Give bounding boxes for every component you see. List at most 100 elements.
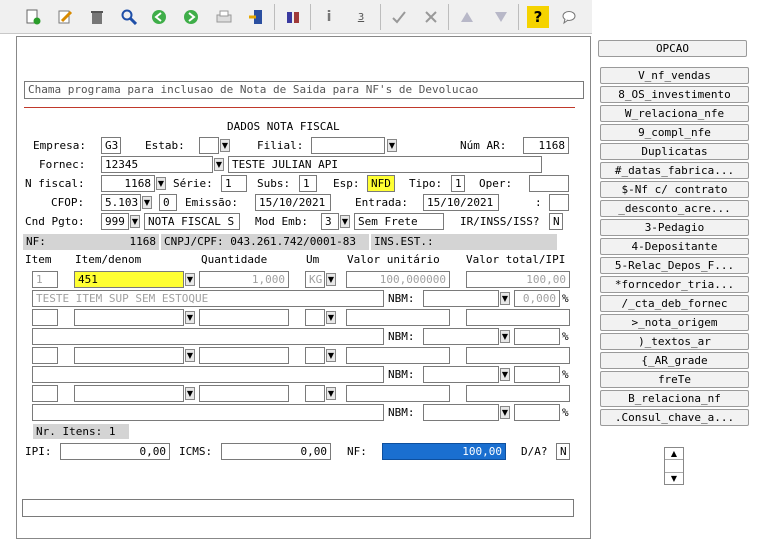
nf-total-field[interactable]: 100,00: [382, 443, 506, 460]
sidebar-item[interactable]: )_textos_ar: [600, 333, 749, 350]
item-code-field[interactable]: [74, 385, 184, 402]
ipi-pct-field[interactable]: [514, 404, 560, 421]
nbm-field[interactable]: [423, 404, 499, 421]
nfiscal-dropdown-icon[interactable]: ▼: [156, 177, 166, 190]
num-ar-field[interactable]: 1168: [523, 137, 569, 154]
nbm-dropdown-icon[interactable]: ▼: [500, 292, 510, 305]
um-field[interactable]: [305, 385, 325, 402]
um-dropdown-icon[interactable]: ▼: [326, 349, 336, 362]
search-icon[interactable]: [118, 6, 140, 28]
sidebar-item[interactable]: {_AR_grade: [600, 352, 749, 369]
subs-field[interactable]: 1: [299, 175, 317, 192]
tools-icon[interactable]: [420, 6, 442, 28]
um-field[interactable]: [305, 347, 325, 364]
sidebar-item[interactable]: $-Nf c/ contrato: [600, 181, 749, 198]
ipi-pct-field[interactable]: [514, 328, 560, 345]
edit-icon[interactable]: [54, 6, 76, 28]
scroll-up-icon[interactable]: ▲: [665, 448, 683, 460]
item-number-field[interactable]: [32, 385, 58, 402]
empresa-field[interactable]: G3: [101, 137, 121, 154]
chat-icon[interactable]: [558, 6, 580, 28]
um-field[interactable]: [305, 309, 325, 326]
help-icon[interactable]: ?: [527, 6, 549, 28]
scroll-down-icon[interactable]: ▼: [665, 472, 683, 484]
ipi-pct-field[interactable]: 0,000: [514, 290, 560, 307]
item-description-field[interactable]: [32, 328, 384, 345]
extra-field[interactable]: [549, 194, 569, 211]
sidebar-item[interactable]: B_relaciona_nf: [600, 390, 749, 407]
um-dropdown-icon[interactable]: ▼: [326, 311, 336, 324]
nbm-dropdown-icon[interactable]: ▼: [500, 368, 510, 381]
estab-dropdown-icon[interactable]: ▼: [220, 139, 230, 152]
quantidade-field[interactable]: 1,000: [199, 271, 289, 288]
item-code-field[interactable]: [74, 309, 184, 326]
da-field[interactable]: N: [556, 443, 570, 460]
esp-field[interactable]: NFD: [367, 175, 395, 192]
tipo-field[interactable]: 1: [451, 175, 465, 192]
quantidade-field[interactable]: [199, 309, 289, 326]
item-description-field[interactable]: [32, 366, 384, 383]
nbm-field[interactable]: [423, 366, 499, 383]
cfop-field[interactable]: 5.103: [101, 194, 141, 211]
filial-field[interactable]: [311, 137, 385, 154]
item-code-field[interactable]: [74, 347, 184, 364]
oper-field[interactable]: [529, 175, 569, 192]
up-icon[interactable]: [456, 6, 478, 28]
valor-total-field[interactable]: [466, 385, 570, 402]
item-description-field[interactable]: TESTE ITEM SUP SEM ESTOQUE: [32, 290, 384, 307]
info-icon[interactable]: i: [318, 6, 340, 28]
cnd-pgto-field[interactable]: 999: [101, 213, 129, 230]
ir-inss-field[interactable]: N: [549, 213, 563, 230]
sidebar-item[interactable]: _desconto_acre...: [600, 200, 749, 217]
valor-unitario-field[interactable]: [346, 309, 450, 326]
sidebar-item[interactable]: W_relaciona_nfe: [600, 105, 749, 122]
nbm-dropdown-icon[interactable]: ▼: [500, 330, 510, 343]
nbm-field[interactable]: [423, 328, 499, 345]
nfiscal-field[interactable]: 1168: [101, 175, 155, 192]
fornec-field[interactable]: 12345: [101, 156, 213, 173]
sidebar-item[interactable]: 4-Depositante: [600, 238, 749, 255]
sidebar-item[interactable]: 8_OS_investimento: [600, 86, 749, 103]
valor-unitario-field[interactable]: [346, 347, 450, 364]
um-dropdown-icon[interactable]: ▼: [326, 387, 336, 400]
fornec-dropdown-icon[interactable]: ▼: [214, 158, 224, 171]
quantidade-field[interactable]: [199, 385, 289, 402]
nbm-dropdown-icon[interactable]: ▼: [500, 406, 510, 419]
sidebar-item[interactable]: Duplicatas: [600, 143, 749, 160]
item-number-field[interactable]: [32, 347, 58, 364]
item-code-field[interactable]: 451: [74, 271, 184, 288]
quantidade-field[interactable]: [199, 347, 289, 364]
cfop-extra-field[interactable]: 0: [159, 194, 177, 211]
export-icon[interactable]: [245, 6, 267, 28]
sidebar-item[interactable]: #_datas_fabrica...: [600, 162, 749, 179]
serie-field[interactable]: 1: [221, 175, 247, 192]
back-icon[interactable]: [148, 6, 170, 28]
sidebar-item[interactable]: /_cta_deb_fornec: [600, 295, 749, 312]
numbering-icon[interactable]: 3: [350, 6, 372, 28]
sidebar-item[interactable]: >_nota_origem: [600, 314, 749, 331]
estab-field[interactable]: [199, 137, 219, 154]
ipi-pct-field[interactable]: [514, 366, 560, 383]
mod-emb-field[interactable]: 3: [321, 213, 339, 230]
sidebar-item[interactable]: freTe: [600, 371, 749, 388]
sidebar-item[interactable]: 9_compl_nfe: [600, 124, 749, 141]
item-code-dropdown-icon[interactable]: ▼: [185, 349, 195, 362]
item-number-field[interactable]: 1: [32, 271, 58, 288]
valor-unitario-field[interactable]: 100,000000: [346, 271, 450, 288]
sidebar-item[interactable]: V_nf_vendas: [600, 67, 749, 84]
delete-icon[interactable]: [86, 6, 108, 28]
valor-total-field[interactable]: [466, 347, 570, 364]
valor-unitario-field[interactable]: [346, 385, 450, 402]
new-icon[interactable]: [22, 6, 44, 28]
forward-icon[interactable]: [180, 6, 202, 28]
item-number-field[interactable]: [32, 309, 58, 326]
nbm-field[interactable]: [423, 290, 499, 307]
emissao-field[interactable]: 15/10/2021: [255, 194, 331, 211]
sidebar-item[interactable]: 3-Pedagio: [600, 219, 749, 236]
mod-emb-dropdown-icon[interactable]: ▼: [340, 215, 350, 228]
item-code-dropdown-icon[interactable]: ▼: [185, 273, 195, 286]
scroll-control[interactable]: ▲ ▼: [664, 447, 684, 485]
icms-field[interactable]: 0,00: [221, 443, 331, 460]
entrada-field[interactable]: 15/10/2021: [423, 194, 499, 211]
binoculars-icon[interactable]: [282, 6, 304, 28]
